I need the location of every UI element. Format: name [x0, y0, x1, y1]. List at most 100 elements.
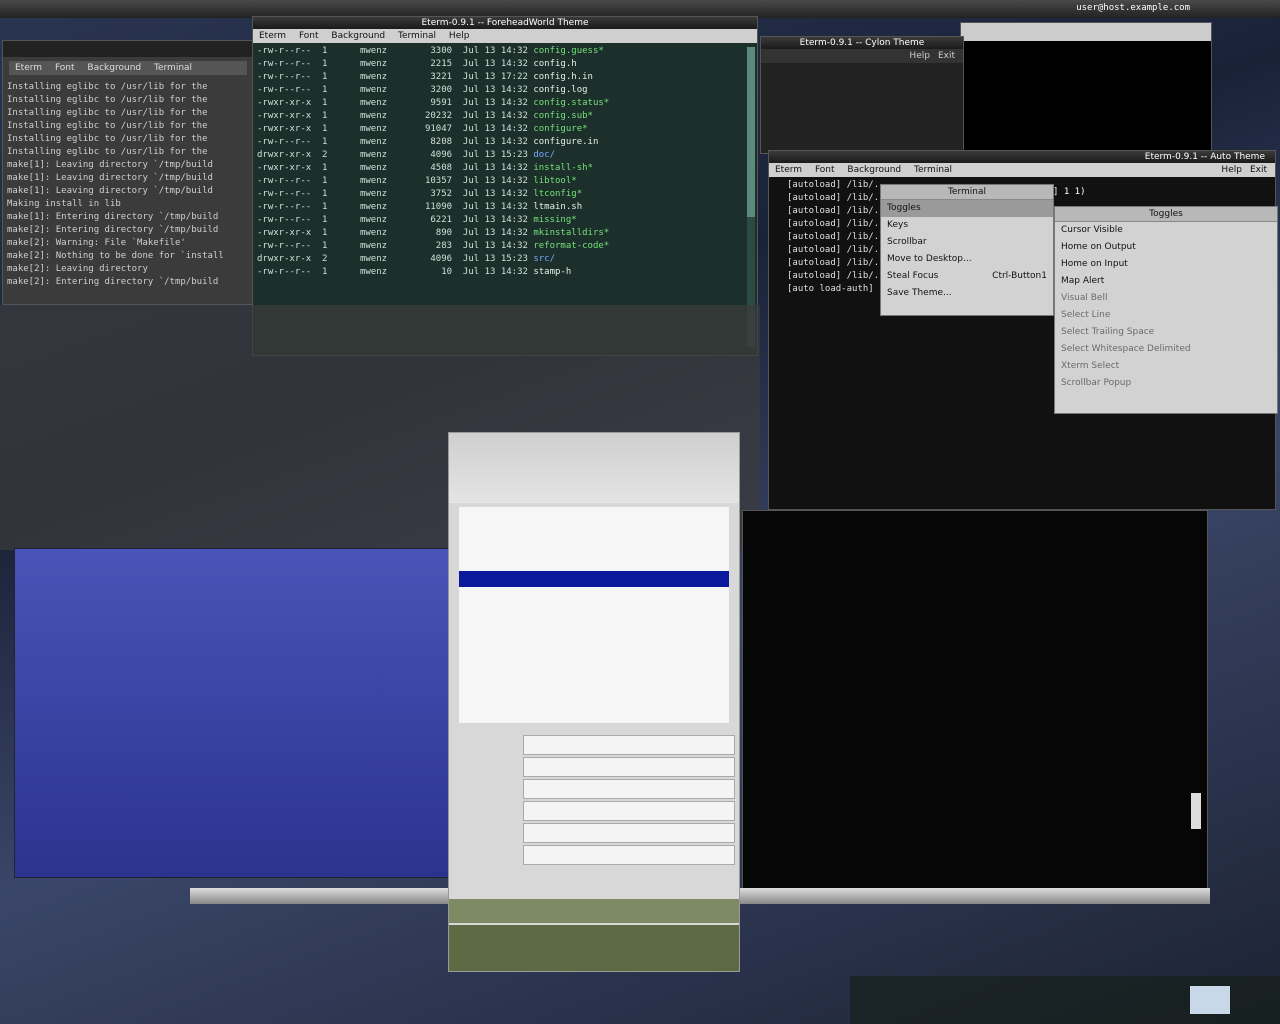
listing-row: -rw-r--r-- 1 mwenz 10357 Jul 13 14:32 li…: [257, 176, 577, 186]
dialog-list-row-selected[interactable]: [459, 571, 729, 587]
toggles-menu-item[interactable]: Map Alert: [1055, 273, 1277, 290]
dialog-field[interactable]: [453, 823, 735, 843]
dialog-list-row[interactable]: [459, 667, 729, 683]
dialog-field-label: [453, 801, 523, 821]
dialog-list[interactable]: [459, 507, 729, 723]
dialog-list-row[interactable]: [459, 523, 729, 539]
dialog-field[interactable]: [453, 845, 735, 865]
listing-row: -rwxr-xr-x 1 mwenz 890 Jul 13 14:32 mkin…: [257, 228, 610, 238]
terminal-menu-toggles[interactable]: Toggles: [881, 200, 1053, 217]
listing-row: -rw-r--r-- 1 mwenz 11090 Jul 13 14:32 lt…: [257, 202, 583, 212]
dialog-footer: [449, 925, 739, 971]
menu-background[interactable]: Background: [331, 31, 385, 41]
auto-exit-item[interactable]: Exit: [1250, 163, 1267, 177]
listing-row: -rw-r--r-- 1 mwenz 3752 Jul 13 14:32 ltc…: [257, 189, 583, 199]
cylon-help-item[interactable]: Help: [909, 49, 930, 63]
toggles-menu-item[interactable]: Select Line: [1055, 307, 1277, 324]
toggles-menu-item[interactable]: Cursor Visible: [1055, 222, 1277, 239]
dialog-field[interactable]: [453, 779, 735, 799]
terminal-menu-save-theme[interactable]: Save Theme...: [881, 285, 1053, 302]
dialog-field-value[interactable]: [523, 757, 735, 777]
cylon-terminal-title: Eterm-0.9.1 -- Cylon Theme: [761, 37, 963, 49]
taskbar-icon[interactable]: [1190, 986, 1230, 1014]
dialog-field-label: [453, 845, 523, 865]
terminal-menu-steal-focus[interactable]: Steal Focus Ctrl-Button1: [881, 268, 1053, 285]
left-menu-terminal[interactable]: Terminal: [154, 63, 192, 73]
listing-row: drwxr-xr-x 2 mwenz 4096 Jul 13 15:23 doc…: [257, 150, 556, 160]
blue-window[interactable]: [14, 548, 450, 878]
dialog-list-row[interactable]: [459, 635, 729, 651]
listing-filename: config.status*: [533, 98, 610, 108]
terminal-menu[interactable]: Terminal Toggles Keys Scrollbar Move to …: [880, 184, 1054, 316]
dialog-list-row[interactable]: [459, 507, 729, 523]
dialog-field-value[interactable]: [523, 779, 735, 799]
toggles-menu-item[interactable]: Xterm Select: [1055, 358, 1277, 375]
toggles-menu[interactable]: Toggles Cursor Visible Home on Output Home…: [1054, 206, 1278, 414]
terminal-line: make[2]: Entering directory `/tmp/build: [7, 277, 219, 287]
listing-row: -rw-r--r-- 1 mwenz 6221 Jul 13 14:32 mis…: [257, 215, 577, 225]
listing-row: -rw-r--r-- 1 mwenz 3300 Jul 13 14:32 con…: [257, 46, 604, 56]
dialog-field[interactable]: [453, 757, 735, 777]
terminal-menu-scrollbar[interactable]: Scrollbar: [881, 234, 1053, 251]
terminal-menu-keys[interactable]: Keys: [881, 217, 1053, 234]
menu-font[interactable]: Font: [299, 31, 319, 41]
center-dialog[interactable]: [448, 432, 740, 972]
auto-menu-terminal[interactable]: Terminal: [914, 165, 952, 175]
dialog-field-value[interactable]: [523, 823, 735, 843]
auto-menu-background[interactable]: Background: [847, 165, 901, 175]
left-menu-background[interactable]: Background: [87, 63, 141, 73]
listing-scrollbar[interactable]: [747, 47, 755, 347]
left-terminal-menubar: Eterm Font Background Terminal: [9, 61, 247, 75]
menu-eterm[interactable]: Eterm: [259, 31, 286, 41]
dialog-list-row[interactable]: [459, 555, 729, 571]
left-menu-eterm[interactable]: Eterm: [15, 63, 42, 73]
listing-filename: config.guess*: [533, 46, 604, 56]
listing-scroll-thumb[interactable]: [747, 47, 755, 217]
auto-terminal-menubar: Eterm Font Background Terminal Exit Help: [769, 163, 1275, 177]
auto-menu-font[interactable]: Font: [815, 165, 835, 175]
dialog-header: [449, 433, 739, 503]
dialog-field-value[interactable]: [523, 801, 735, 821]
dialog-field[interactable]: [453, 801, 735, 821]
listing-row: drwxr-xr-x 2 mwenz 4096 Jul 13 15:23 src…: [257, 254, 556, 264]
cylon-exit-item[interactable]: Exit: [938, 49, 955, 63]
auto-help-item[interactable]: Help: [1221, 163, 1242, 177]
auto-prompt-fragment: ] 1 1): [1053, 187, 1086, 197]
dialog-field-label: [453, 779, 523, 799]
top-panel-user-host: user@host.example.com: [1076, 3, 1190, 13]
listing-filename: configure*: [533, 124, 588, 134]
cylon-terminal[interactable]: Eterm-0.9.1 -- Cylon Theme Exit Help: [760, 36, 964, 154]
dialog-list-row[interactable]: [459, 683, 729, 699]
left-terminal[interactable]: Eterm Font Background Terminal Installin…: [2, 40, 254, 305]
toggles-menu-item[interactable]: Select Trailing Space: [1055, 324, 1277, 341]
dialog-field-label: [453, 823, 523, 843]
listing-row: -rw-r--r-- 1 mwenz 10 Jul 13 14:32 stamp…: [257, 267, 572, 277]
bottom-black-scroll-thumb[interactable]: [1191, 793, 1201, 829]
terminal-menu-move-to-desktop[interactable]: Move to Desktop...: [881, 251, 1053, 268]
toggles-menu-item[interactable]: Visual Bell: [1055, 290, 1277, 307]
bottom-black-window[interactable]: [742, 510, 1208, 890]
listing-filename: doc/: [533, 150, 556, 160]
left-menu-font[interactable]: Font: [55, 63, 75, 73]
listing-row: -rwxr-xr-x 1 mwenz 91047 Jul 13 14:32 co…: [257, 124, 588, 134]
dialog-list-row[interactable]: [459, 619, 729, 635]
toggles-menu-item[interactable]: Home on Output: [1055, 239, 1277, 256]
toggles-menu-item[interactable]: Home on Input: [1055, 256, 1277, 273]
listing-filename: libtool*: [533, 176, 577, 186]
dialog-field-value[interactable]: [523, 845, 735, 865]
terminal-line: make[2]: Leaving directory: [7, 264, 148, 274]
dialog-list-row[interactable]: [459, 539, 729, 555]
toggles-menu-item[interactable]: Scrollbar Popup: [1055, 375, 1277, 392]
dialog-list-row[interactable]: [459, 587, 729, 603]
menu-help[interactable]: Help: [449, 31, 470, 41]
right-top-terminal[interactable]: [960, 22, 1212, 154]
toggles-menu-item[interactable]: Select Whitespace Delimited: [1055, 341, 1277, 358]
auto-menu-eterm[interactable]: Eterm: [775, 165, 802, 175]
menu-terminal[interactable]: Terminal: [398, 31, 436, 41]
listing-output: -rw-r--r-- 1 mwenz 3300 Jul 13 14:32 con…: [253, 43, 757, 281]
dialog-list-row[interactable]: [459, 651, 729, 667]
dialog-field[interactable]: [453, 735, 735, 755]
dialog-field-value[interactable]: [523, 735, 735, 755]
terminal-line: make[1]: Leaving directory `/tmp/build: [7, 173, 213, 183]
dialog-list-row[interactable]: [459, 603, 729, 619]
